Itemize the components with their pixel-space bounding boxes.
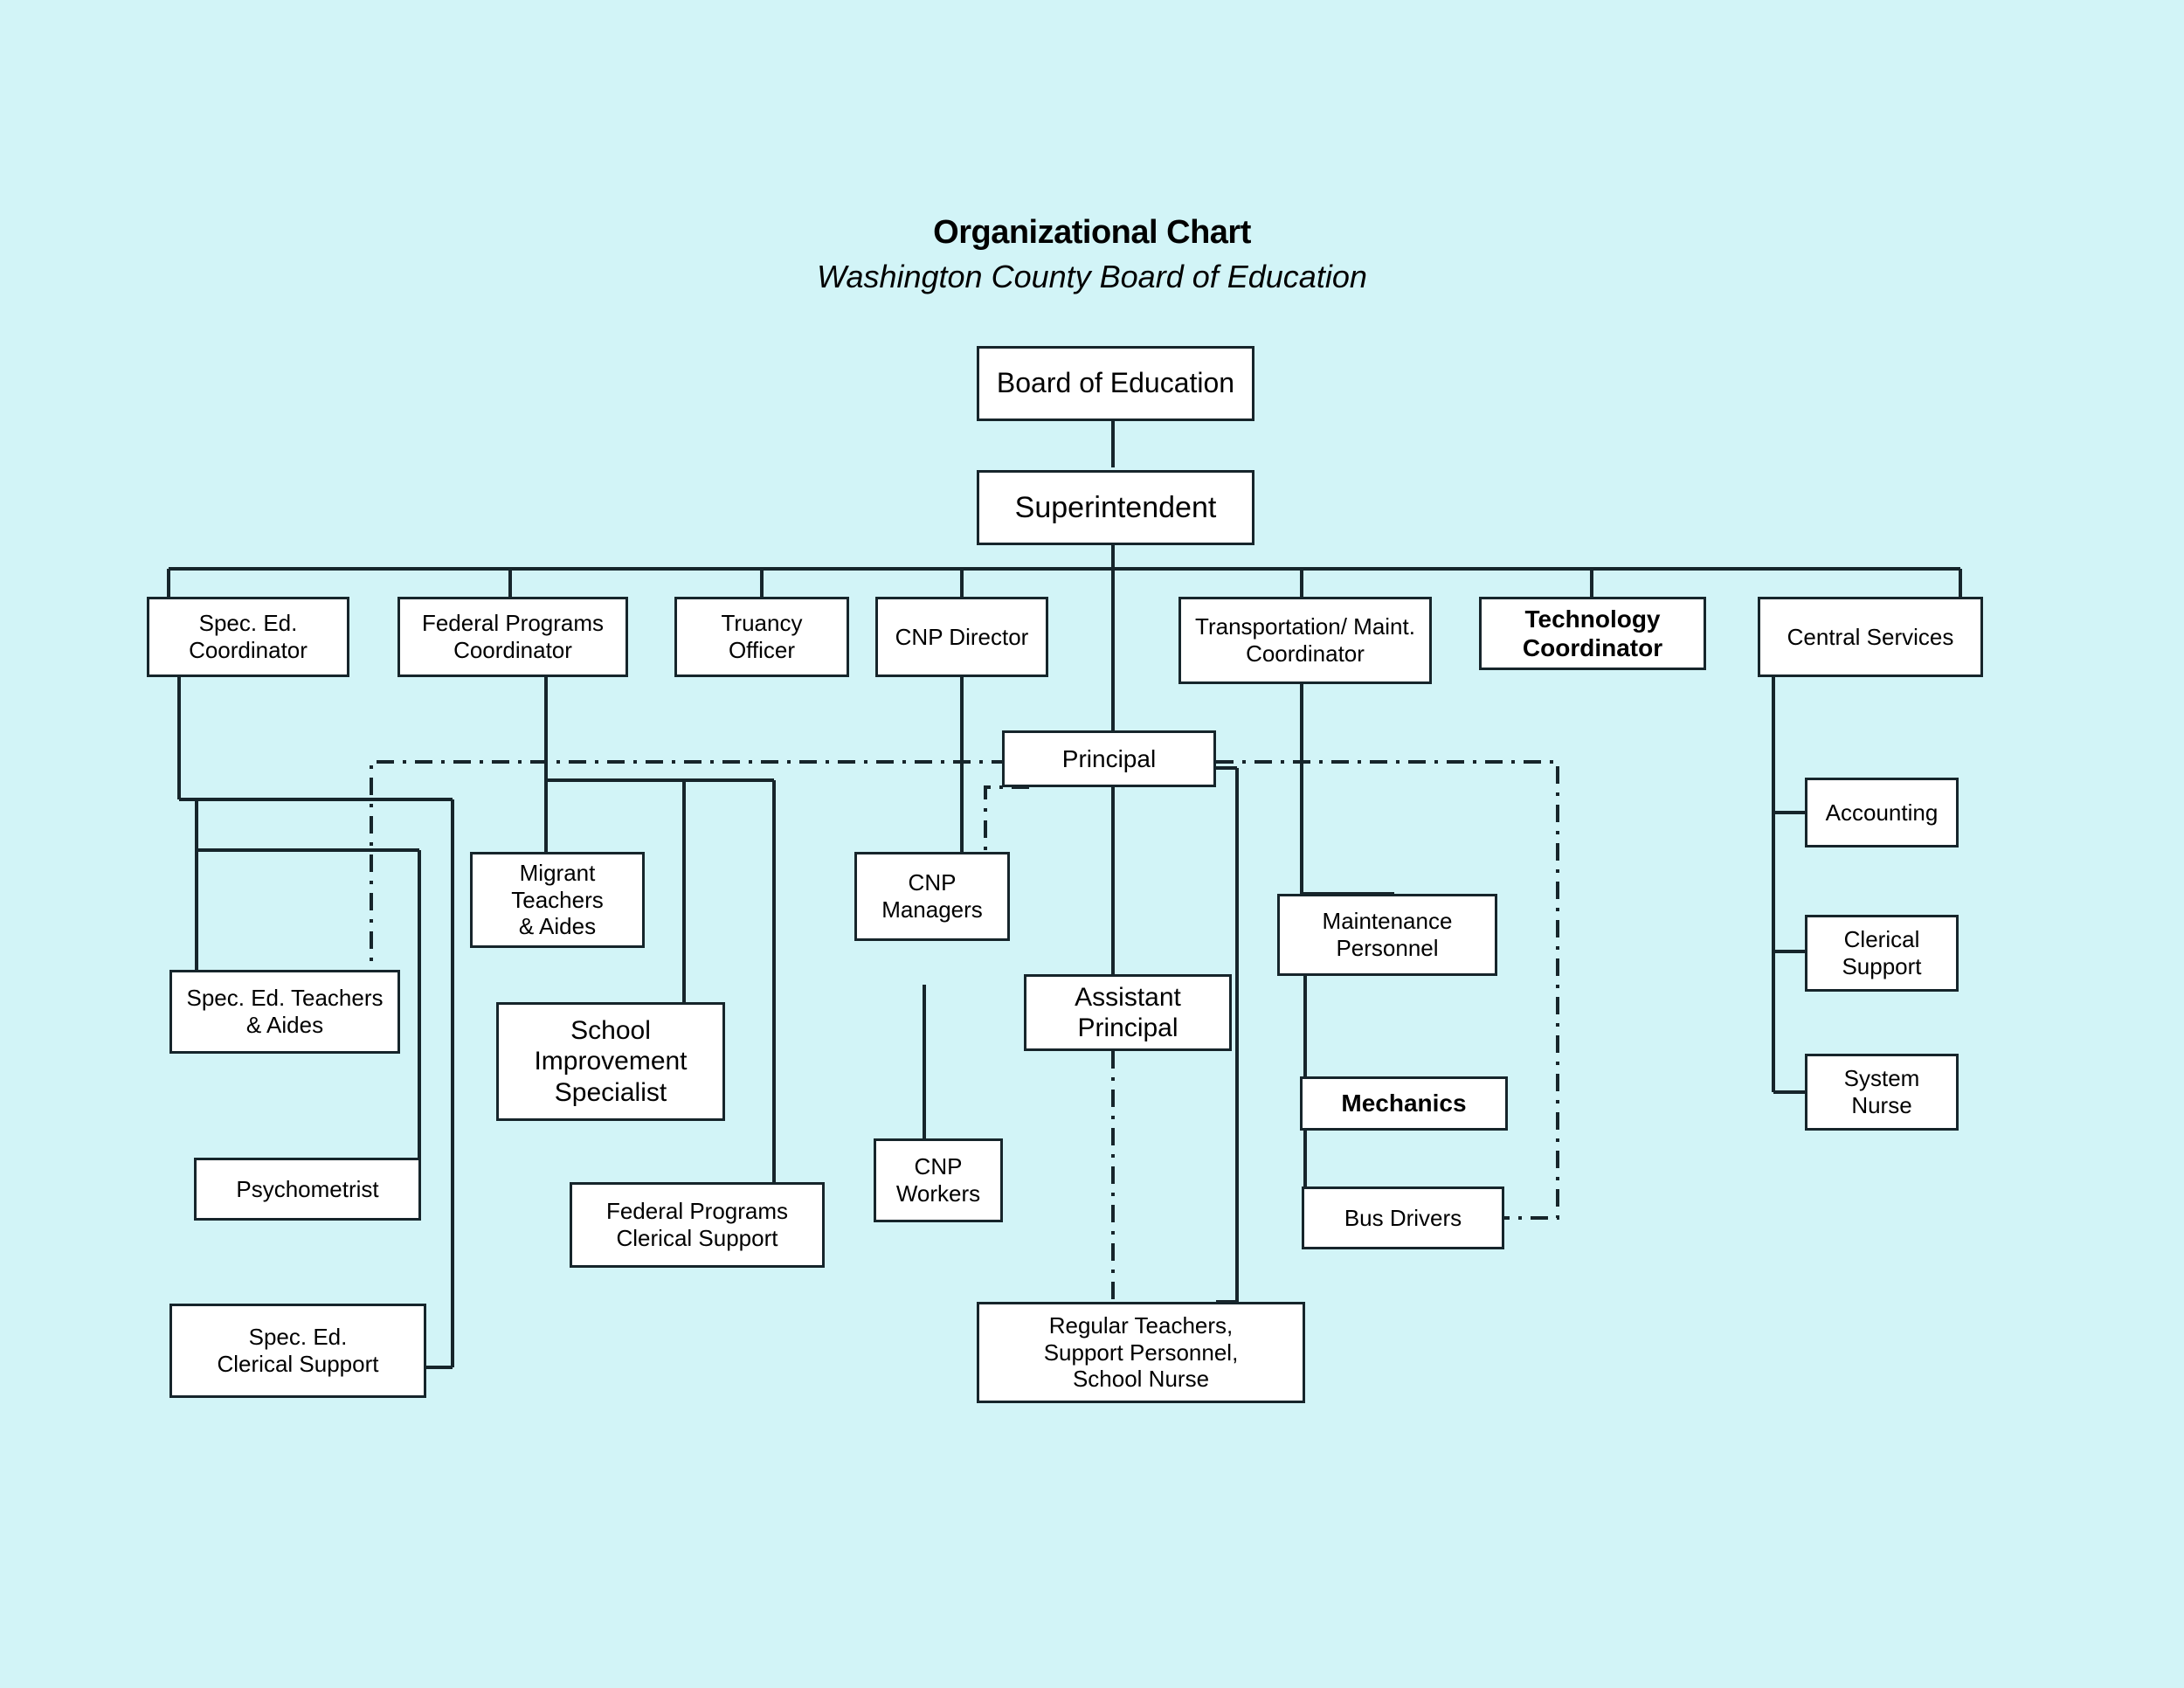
node-bus-drivers[interactable]: Bus Drivers — [1302, 1186, 1504, 1249]
node-truancy-officer[interactable]: Truancy Officer — [674, 597, 849, 677]
node-label: Truancy Officer — [721, 610, 803, 663]
node-label: Clerical Support — [1842, 926, 1922, 979]
node-maintenance-personnel[interactable]: Maintenance Personnel — [1277, 894, 1497, 976]
node-label: CNP Managers — [881, 869, 983, 923]
node-spec-ed-clerical-support[interactable]: Spec. Ed. Clerical Support — [169, 1304, 426, 1398]
node-label: Superintendent — [1014, 490, 1217, 524]
node-label: Spec. Ed. Teachers & Aides — [186, 985, 384, 1038]
node-board-of-education[interactable]: Board of Education — [977, 346, 1254, 421]
node-label: Regular Teachers, Support Personnel, Sch… — [1043, 1311, 1239, 1393]
node-federal-programs-coordinator[interactable]: Federal Programs Coordinator — [397, 597, 628, 677]
node-label: Federal Programs Coordinator — [421, 610, 605, 663]
node-assistant-principal[interactable]: Assistant Principal — [1024, 974, 1232, 1051]
node-label: Bus Drivers — [1344, 1204, 1462, 1231]
org-chart-canvas: Organizational Chart Washington County B… — [0, 0, 2184, 1688]
node-cnp-workers[interactable]: CNP Workers — [874, 1138, 1003, 1222]
node-label: Central Services — [1787, 623, 1954, 650]
node-label: Migrant Teachers & Aides — [511, 859, 604, 940]
node-label: Spec. Ed. Coordinator — [189, 610, 308, 663]
node-label: Federal Programs Clerical Support — [605, 1198, 789, 1251]
node-psychometrist[interactable]: Psychometrist — [194, 1158, 421, 1221]
page-subtitle: Washington County Board of Education — [817, 258, 1367, 294]
chart-heading: Organizational Chart Washington County B… — [0, 214, 2184, 295]
node-system-nurse[interactable]: System Nurse — [1805, 1054, 1959, 1131]
node-label: School Improvement Specialist — [534, 1015, 688, 1107]
node-label: CNP Workers — [895, 1153, 981, 1207]
node-label: Maintenance Personnel — [1322, 908, 1453, 961]
node-accounting[interactable]: Accounting — [1805, 778, 1959, 847]
node-regular-teachers-support-personnel-school-nurse[interactable]: Regular Teachers, Support Personnel, Sch… — [977, 1302, 1305, 1403]
node-label: Accounting — [1825, 799, 1939, 826]
node-label: Assistant Principal — [1075, 982, 1181, 1042]
node-clerical-support[interactable]: Clerical Support — [1805, 915, 1959, 992]
node-cnp-managers[interactable]: CNP Managers — [854, 852, 1010, 941]
node-label: Psychometrist — [236, 1175, 379, 1202]
node-principal[interactable]: Principal — [1002, 730, 1216, 787]
node-school-improvement-specialist[interactable]: School Improvement Specialist — [496, 1002, 725, 1121]
node-spec-ed-teachers-aides[interactable]: Spec. Ed. Teachers & Aides — [169, 970, 400, 1054]
node-label: Principal — [1061, 744, 1157, 772]
node-central-services[interactable]: Central Services — [1758, 597, 1983, 677]
node-migrant-teachers-aides[interactable]: Migrant Teachers & Aides — [470, 852, 645, 948]
node-spec-ed-coordinator[interactable]: Spec. Ed. Coordinator — [147, 597, 349, 677]
node-cnp-director[interactable]: CNP Director — [875, 597, 1048, 677]
node-label: Mechanics — [1341, 1090, 1467, 1117]
node-federal-programs-clerical-support[interactable]: Federal Programs Clerical Support — [570, 1182, 825, 1268]
node-label: System Nurse — [1843, 1065, 1920, 1118]
node-transportation-maintenance-coordinator[interactable]: Transportation/ Maint. Coordinator — [1178, 597, 1432, 684]
node-label: CNP Director — [895, 623, 1029, 650]
page-title: Organizational Chart — [933, 214, 1251, 251]
node-label: Board of Education — [996, 367, 1235, 399]
node-label: Technology Coordinator — [1522, 605, 1663, 661]
edge-dashdot-principal-cnpmanagers — [984, 785, 1029, 852]
node-label: Spec. Ed. Clerical Support — [217, 1324, 379, 1377]
node-mechanics[interactable]: Mechanics — [1300, 1076, 1508, 1131]
node-label: Transportation/ Maint. Coordinator — [1195, 613, 1415, 667]
node-technology-coordinator[interactable]: Technology Coordinator — [1479, 597, 1706, 670]
node-superintendent[interactable]: Superintendent — [977, 470, 1254, 545]
edge-dashdot-principal-busdrivers — [1216, 760, 1559, 1220]
